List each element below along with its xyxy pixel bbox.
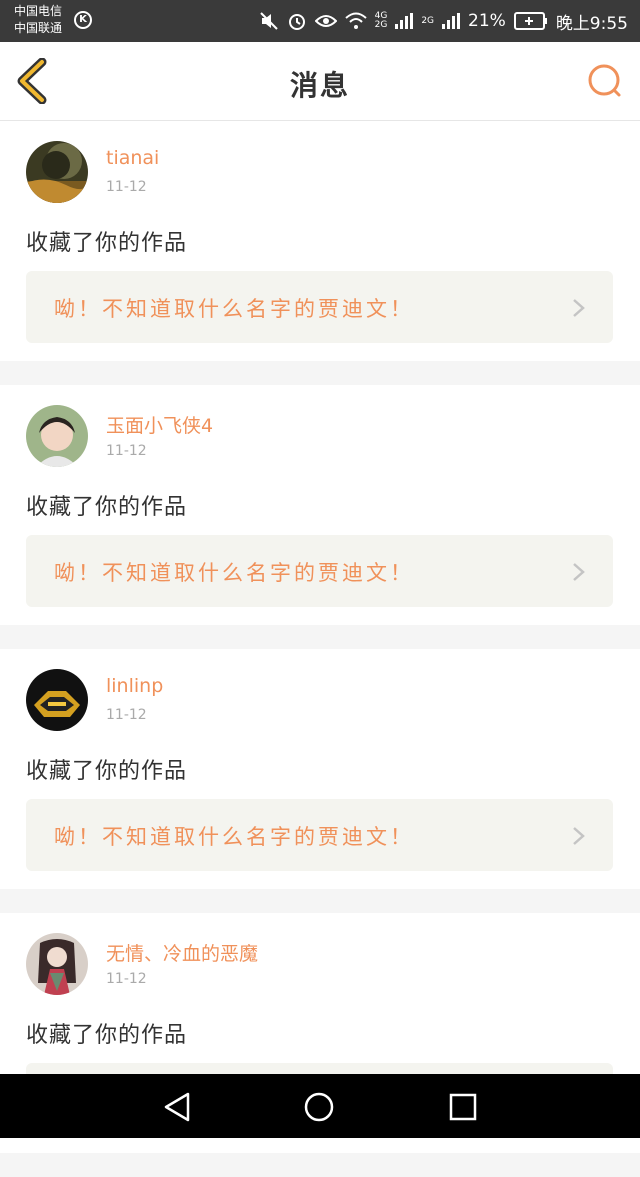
triangle-back-icon (164, 1092, 190, 1122)
carrier-badge-icon: K (74, 11, 92, 29)
square-recents-icon (449, 1093, 477, 1121)
nav-back-button[interactable] (160, 1090, 194, 1124)
work-title: 呦！不知道取什么名字的贾迪文！ (54, 297, 414, 321)
battery-percent: 21% (468, 11, 506, 31)
status-bar: 中国电信 中国联通 K 4G 2G 2G 21% 晚上9:55 (0, 0, 640, 42)
action-text: 收藏了你的作品 (26, 231, 188, 256)
action-text: 收藏了你的作品 (26, 1023, 188, 1048)
network-type: 4G 2G (374, 11, 388, 30)
username[interactable]: 玉面小飞侠4 (106, 411, 213, 438)
work-link[interactable]: 呦！不知道取什么名字的贾迪文！ (26, 535, 613, 607)
avatar-image (26, 669, 88, 731)
signal-icon (395, 13, 414, 29)
network-type-2: 2G (421, 15, 435, 26)
message-date: 11-12 (106, 971, 147, 987)
search-button[interactable] (586, 62, 624, 100)
carrier-info: 中国电信 中国联通 (14, 3, 62, 37)
signal-2-icon (442, 13, 461, 29)
chevron-right-icon (573, 563, 585, 581)
status-icons: 4G 2G 2G 21% 晚上9:55 (259, 0, 628, 42)
work-link[interactable]: 呦！不知道取什么名字的贾迪文！ (26, 271, 613, 343)
message-card[interactable]: tianai 11-12 收藏了你的作品 呦！不知道取什么名字的贾迪文！ (0, 121, 640, 361)
nav-home-button[interactable] (302, 1090, 336, 1124)
system-nav-bar (0, 1074, 640, 1138)
eye-comfort-icon (314, 15, 337, 27)
action-text: 收藏了你的作品 (26, 759, 188, 784)
message-card[interactable]: linlinp 11-12 收藏了你的作品 呦！不知道取什么名字的贾迪文！ (0, 649, 640, 889)
username[interactable]: tianai (106, 147, 159, 169)
chevron-right-icon (573, 299, 585, 317)
username[interactable]: linlinp (106, 675, 163, 697)
message-date: 11-12 (106, 707, 147, 723)
avatar-image (26, 141, 88, 203)
work-title: 呦！不知道取什么名字的贾迪文！ (54, 561, 414, 585)
message-date: 11-12 (106, 179, 147, 195)
work-title: 呦！不知道取什么名字的贾迪文！ (54, 825, 414, 849)
message-list: tianai 11-12 收藏了你的作品 呦！不知道取什么名字的贾迪文！ 玉面小… (0, 121, 640, 1177)
work-link[interactable]: 呦！不知道取什么名字的贾迪文！ (26, 799, 613, 871)
app-header: 消息 (0, 42, 640, 121)
circle-home-icon (304, 1092, 334, 1122)
avatar[interactable] (26, 669, 88, 731)
carrier-2: 中国联通 (14, 21, 63, 35)
avatar[interactable] (26, 141, 88, 203)
nav-recents-button[interactable] (446, 1090, 480, 1124)
username[interactable]: 无情、冷血的恶魔 (106, 939, 258, 966)
avatar[interactable] (26, 933, 88, 995)
mute-icon (259, 12, 278, 30)
avatar[interactable] (26, 405, 88, 467)
message-card[interactable]: 玉面小飞侠4 11-12 收藏了你的作品 呦！不知道取什么名字的贾迪文！ (0, 385, 640, 625)
alarm-icon (288, 14, 305, 30)
carrier-1: 中国电信 (14, 4, 63, 18)
clock: 晚上9:55 (555, 13, 628, 34)
avatar-image (26, 405, 88, 467)
wifi-icon (344, 12, 367, 29)
avatar-image (26, 933, 88, 995)
page-title: 消息 (289, 69, 350, 102)
message-date: 11-12 (106, 443, 147, 459)
search-icon (588, 64, 621, 97)
chevron-right-icon (573, 827, 585, 845)
battery-charging-icon (513, 12, 547, 30)
action-text: 收藏了你的作品 (26, 495, 188, 520)
